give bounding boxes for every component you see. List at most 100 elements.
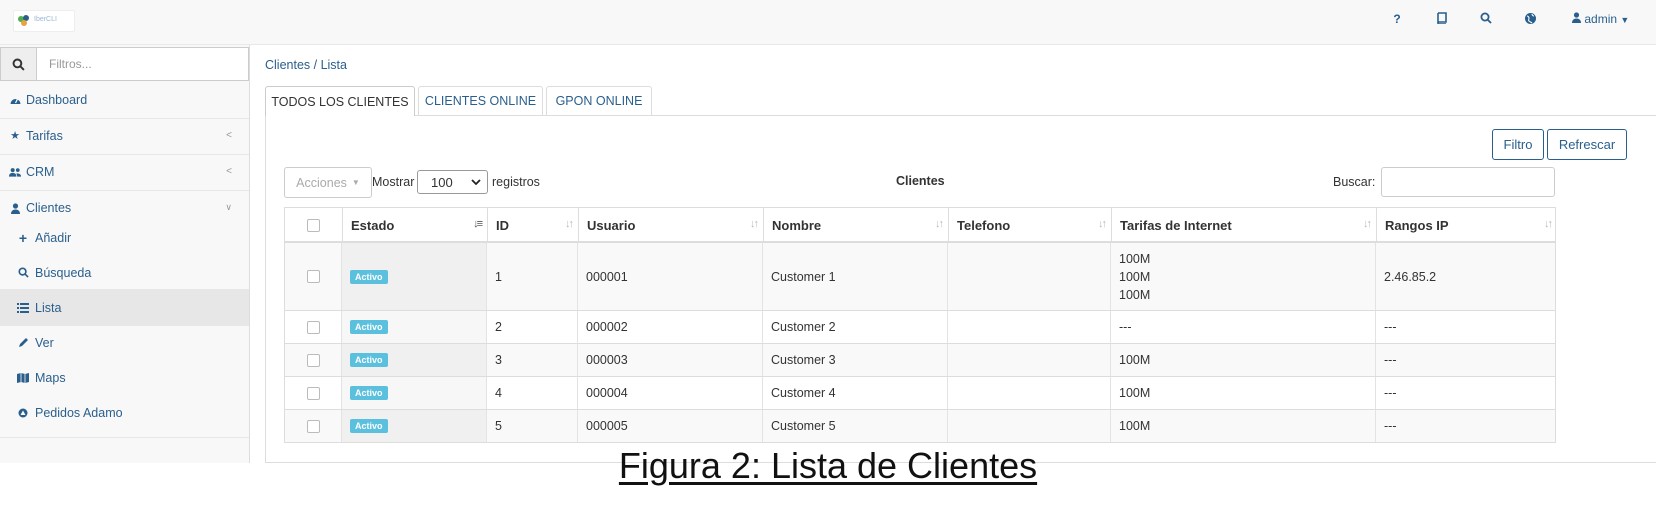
tab-gpon-online[interactable]: GPON ONLINE bbox=[546, 86, 652, 115]
user-name: admin bbox=[1584, 12, 1618, 26]
sidebar-subitem-label: Búsqueda bbox=[35, 265, 92, 280]
sidebar-item-label: Tarifas bbox=[26, 128, 63, 143]
user-menu[interactable]: admin ▼ bbox=[1572, 12, 1629, 32]
sidebar-subitem-label: Maps bbox=[35, 370, 66, 385]
sort-asc-icon: ↓≡ bbox=[473, 218, 483, 230]
row-select-cell bbox=[285, 311, 342, 343]
dashboard-icon bbox=[9, 95, 21, 105]
sidebar-subitem-ver[interactable]: Ver bbox=[0, 324, 249, 361]
rangos-ip-cell: --- bbox=[1384, 419, 1397, 433]
page-size-select[interactable]: 100 bbox=[417, 170, 488, 194]
sidebar: Dashboard ★ Tarifas < CRM < Clientes ∨ +… bbox=[0, 45, 250, 463]
sort-icon: ↓↑ bbox=[1098, 218, 1107, 230]
help-icon[interactable]: ? bbox=[1389, 12, 1405, 32]
user-icon bbox=[1572, 12, 1581, 23]
select-all-checkbox[interactable] bbox=[307, 218, 320, 232]
book-icon[interactable] bbox=[1433, 12, 1449, 32]
user-icon bbox=[9, 202, 21, 214]
logo-mark-icon bbox=[18, 15, 29, 26]
estado-cell: Activo bbox=[342, 243, 487, 310]
row-checkbox[interactable] bbox=[306, 353, 320, 367]
sidebar-subitem-maps[interactable]: Maps bbox=[0, 359, 249, 396]
rangos-ip-cell: --- bbox=[1384, 320, 1397, 334]
refresh-button[interactable]: Refrescar bbox=[1547, 129, 1627, 160]
sidebar-subitem-pedidos-adamo[interactable]: Pedidos Adamo bbox=[0, 394, 249, 431]
sidebar-filter-input[interactable] bbox=[37, 47, 249, 81]
page-size-value: 100 bbox=[431, 174, 453, 190]
table-search-input[interactable] bbox=[1381, 167, 1555, 197]
search-icon[interactable] bbox=[1478, 12, 1494, 32]
column-header-label: Nombre bbox=[772, 217, 822, 233]
plus-icon: + bbox=[18, 229, 28, 246]
tab-clientes-online[interactable]: CLIENTES ONLINE bbox=[418, 86, 543, 115]
brand-logo[interactable]: IberCLI bbox=[13, 10, 75, 32]
tab-todos-los-clientes[interactable]: TODOS LOS CLIENTES bbox=[265, 86, 415, 116]
filter-button[interactable]: Filtro bbox=[1492, 129, 1544, 160]
column-header-label: Tarifas de Internet bbox=[1120, 217, 1232, 233]
column-header-label: Estado bbox=[351, 217, 395, 233]
sidebar-subitem-lista[interactable]: Lista bbox=[0, 289, 249, 326]
sidebar-subitem-label: Lista bbox=[35, 300, 62, 315]
chevron-left-icon: < bbox=[226, 166, 232, 177]
table-row[interactable]: Activo 5 000005 Customer 5 100M --- bbox=[284, 410, 1556, 443]
telefono-cell bbox=[948, 311, 1111, 343]
records-label: registros bbox=[492, 175, 540, 189]
estado-cell: Activo bbox=[342, 377, 487, 409]
row-checkbox[interactable] bbox=[306, 270, 320, 283]
actions-dropdown[interactable]: Acciones ▼ bbox=[284, 167, 372, 198]
row-checkbox[interactable] bbox=[306, 386, 320, 400]
column-header-id[interactable]: ID ↓↑ bbox=[488, 208, 579, 242]
table-row[interactable]: Activo 4 000004 Customer 4 100M --- bbox=[284, 377, 1556, 410]
sidebar-search-button[interactable] bbox=[0, 47, 37, 81]
usuario-cell: 000003 bbox=[578, 344, 763, 376]
table-header: Estado ↓≡ ID ↓↑ Usuario ↓↑ Nombre ↓↑ Tel… bbox=[284, 207, 1556, 243]
sort-icon: ↓↑ bbox=[565, 218, 574, 230]
sidebar-subitem-busqueda[interactable]: Búsqueda bbox=[0, 254, 249, 291]
table-title: Clientes bbox=[896, 174, 945, 188]
sort-icon: ↓↑ bbox=[1363, 218, 1372, 230]
table-row[interactable]: Activo 1 000001 Customer 1 100M 100M 100… bbox=[284, 243, 1556, 311]
table-row[interactable]: Activo 3 000003 Customer 3 100M --- bbox=[284, 344, 1556, 377]
tarifas-cell: 100M bbox=[1111, 410, 1376, 442]
sidebar-item-label: Dashboard bbox=[26, 92, 88, 107]
column-header-telefono[interactable]: Telefono ↓↑ bbox=[949, 208, 1112, 242]
column-header-usuario[interactable]: Usuario ↓↑ bbox=[579, 208, 764, 242]
sidebar-item-tarifas[interactable]: ★ Tarifas < bbox=[0, 117, 249, 155]
sidebar-subitem-anadir[interactable]: + Añadir bbox=[0, 219, 249, 256]
chevron-down-icon: ▼ bbox=[1620, 15, 1630, 25]
row-checkbox[interactable] bbox=[306, 320, 320, 334]
rangos-ip-cell: --- bbox=[1384, 353, 1397, 367]
telefono-cell bbox=[948, 243, 1111, 310]
star-icon: ★ bbox=[10, 130, 20, 142]
tarifas-cell: 100M bbox=[1111, 344, 1376, 376]
column-header-label: Usuario bbox=[587, 217, 636, 233]
estado-cell: Activo bbox=[342, 344, 487, 376]
sidebar-item-dashboard[interactable]: Dashboard bbox=[0, 81, 249, 119]
breadcrumb[interactable]: Clientes / Lista bbox=[265, 58, 347, 72]
column-header-rangos-ip[interactable]: Rangos IP ↓↑ bbox=[1377, 208, 1557, 242]
id-cell: 2 bbox=[487, 311, 578, 343]
search-icon bbox=[17, 267, 29, 278]
estado-cell: Activo bbox=[342, 311, 487, 343]
sidebar-item-label: CRM bbox=[26, 164, 55, 179]
table-row[interactable]: Activo 2 000002 Customer 2 --- --- bbox=[284, 311, 1556, 344]
chevron-down-icon: ∨ bbox=[225, 202, 232, 212]
column-header-tarifas[interactable]: Tarifas de Internet ↓↑ bbox=[1112, 208, 1377, 242]
id-cell: 1 bbox=[487, 243, 578, 310]
main-content: Clientes / Lista TODOS LOS CLIENTES CLIE… bbox=[251, 45, 1656, 463]
usuario-cell: 000002 bbox=[578, 311, 763, 343]
status-badge: Activo bbox=[350, 353, 388, 367]
clients-panel: Filtro Refrescar Acciones ▼ Mostrar 100 … bbox=[265, 115, 1656, 463]
show-label: Mostrar bbox=[372, 175, 415, 189]
column-header-estado[interactable]: Estado ↓≡ bbox=[343, 208, 488, 242]
sidebar-item-crm[interactable]: CRM < bbox=[0, 153, 249, 191]
id-cell: 5 bbox=[487, 410, 578, 442]
row-checkbox[interactable] bbox=[306, 419, 320, 433]
column-header-label: ID bbox=[496, 217, 509, 233]
globe-icon[interactable] bbox=[1522, 12, 1538, 32]
sidebar-divider bbox=[0, 437, 249, 438]
id-cell: 3 bbox=[487, 344, 578, 376]
column-header-nombre[interactable]: Nombre ↓↑ bbox=[764, 208, 949, 242]
tarifa-item: 100M bbox=[1119, 287, 1151, 302]
chevron-left-icon: < bbox=[226, 130, 232, 141]
